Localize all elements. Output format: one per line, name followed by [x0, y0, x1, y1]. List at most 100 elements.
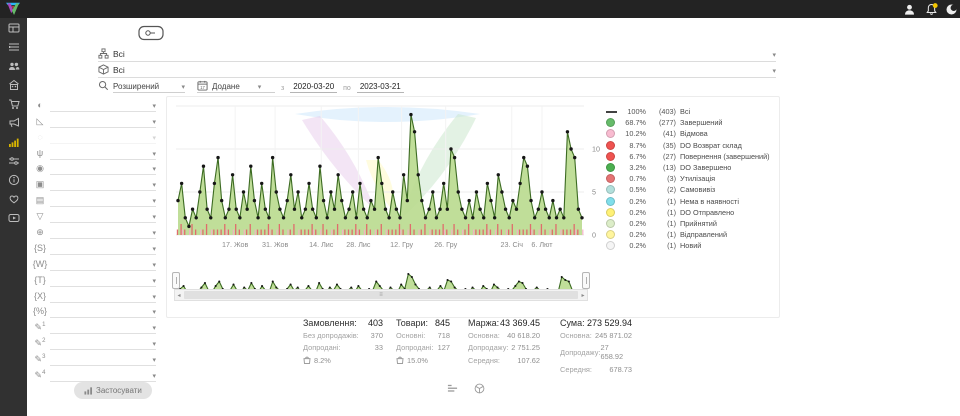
- date-to-input[interactable]: 2023-03-21: [357, 82, 404, 93]
- sidebar-item-settings[interactable]: [0, 151, 27, 170]
- sidebar-item-dashboard[interactable]: [0, 18, 27, 37]
- filter-row[interactable]: ✎1 ▾: [30, 318, 156, 334]
- product-view-toggle[interactable]: [474, 383, 485, 396]
- filter-input[interactable]: ▾: [50, 214, 156, 223]
- filter-input[interactable]: ▾: [50, 103, 156, 112]
- filter-row[interactable]: {T} ▾: [30, 271, 156, 287]
- filter-row[interactable]: ▽ ▾: [30, 207, 156, 223]
- legend-item[interactable]: 0.2% (1) DO Отправлено: [606, 207, 774, 218]
- promo-tag-icon[interactable]: [138, 25, 164, 41]
- filter-row[interactable]: ✎3 ▾: [30, 350, 156, 366]
- filter-input[interactable]: ▾: [50, 294, 156, 303]
- chart-scrollbar[interactable]: ◂ ≡ ▸: [174, 289, 588, 301]
- sidebar-item-customers[interactable]: [0, 56, 27, 75]
- date-from-input[interactable]: 2020-03-20: [290, 82, 337, 93]
- search-mode-select[interactable]: Розширений ▾: [113, 82, 185, 93]
- stat-sub-value: 107.62: [517, 356, 540, 365]
- notifications-bell-icon[interactable]: [925, 3, 938, 16]
- sidebar-item-orders[interactable]: [0, 37, 27, 56]
- filter-row[interactable]: ✎2 ▾: [30, 334, 156, 350]
- legend-item[interactable]: 6.7% (27) Повернення (завершений): [606, 151, 774, 162]
- filter-row[interactable]: ψ ▾: [30, 144, 156, 160]
- filter-row[interactable]: {X} ▾: [30, 287, 156, 303]
- filter-input[interactable]: ▾: [50, 373, 156, 382]
- filter-row[interactable]: {%} ▾: [30, 303, 156, 319]
- scroll-right-arrow[interactable]: ▸: [579, 292, 587, 299]
- sidebar-item-videos[interactable]: [0, 208, 27, 227]
- legend-label: DO Завершено: [680, 163, 774, 172]
- filter-input[interactable]: ▾: [50, 278, 156, 287]
- sidebar-item-marketing[interactable]: [0, 113, 27, 132]
- search-icon[interactable]: [98, 80, 109, 93]
- filter-row[interactable]: ◉ ▾: [30, 160, 156, 176]
- main-chart[interactable]: 17. Жов31. Жов14. Лис28. Лис12. Гру26. Г…: [176, 100, 608, 258]
- legend-item[interactable]: 0.2% (1) Новий: [606, 240, 774, 251]
- legend-item[interactable]: 3.2% (13) DO Завершено: [606, 162, 774, 173]
- sidebar-item-info[interactable]: [0, 170, 27, 189]
- date-field-select[interactable]: 17 Додане ▾: [197, 80, 275, 93]
- filter-input[interactable]: ▾: [50, 309, 156, 318]
- svg-text:31. Жов: 31. Жов: [262, 240, 289, 249]
- filter-row[interactable]: ▣ ▾: [30, 175, 156, 191]
- filter-row[interactable]: ⊕ ▾: [30, 223, 156, 239]
- filter-input[interactable]: ▾: [50, 262, 156, 271]
- filter-input[interactable]: ▾: [50, 357, 156, 366]
- legend-marker: [606, 152, 615, 161]
- chevron-down-icon[interactable]: ▾: [772, 52, 776, 61]
- sidebar-item-partners[interactable]: [0, 189, 27, 208]
- stat-sub-label: Допродажу:: [560, 348, 600, 357]
- legend-percent: 6.7%: [619, 152, 650, 161]
- legend-item[interactable]: 0.7% (3) Утилізація: [606, 173, 774, 184]
- filter-row[interactable]: ◺ ▾: [30, 112, 156, 128]
- filter-row[interactable]: {W} ▾: [30, 255, 156, 271]
- stat-title: Маржа:: [468, 318, 499, 328]
- upsell-bag-icon: [303, 356, 311, 364]
- filter-input[interactable]: ▾: [50, 325, 156, 334]
- status-filter-value[interactable]: Всі: [109, 49, 125, 61]
- filter-input[interactable]: ▾: [50, 230, 156, 239]
- brush-handle-right[interactable]: [582, 272, 590, 289]
- brush-handle-left[interactable]: [172, 272, 180, 289]
- app-logo-icon[interactable]: [4, 2, 22, 16]
- filter-row[interactable]: ▤ ▾: [30, 191, 156, 207]
- scrollbar-thumb[interactable]: ≡: [184, 291, 578, 299]
- chevron-down-icon: ▾: [152, 103, 156, 110]
- filter-row[interactable]: ◐ ▾: [30, 96, 156, 112]
- legend-item[interactable]: 0.2% (1) Нема в наявності: [606, 196, 774, 207]
- legend-count: (2): [650, 185, 680, 194]
- filter-input[interactable]: ▾: [50, 182, 156, 191]
- list-view-toggle[interactable]: [447, 383, 458, 396]
- status-filter-row[interactable]: Всі ▾: [98, 46, 776, 62]
- filter-input[interactable]: ▾: [50, 151, 156, 160]
- apply-button[interactable]: Застосувати: [74, 382, 152, 399]
- legend-item[interactable]: 8.7% (35) DO Возврат склад: [606, 140, 774, 151]
- filter-input[interactable]: ▾: [50, 341, 156, 350]
- legend-item[interactable]: 100% (403) Всі: [606, 106, 774, 117]
- theme-toggle-icon[interactable]: [945, 3, 958, 16]
- chevron-down-icon[interactable]: ▾: [772, 68, 776, 77]
- filter-input[interactable]: ▾: [50, 246, 156, 255]
- chevron-down-icon: ▾: [152, 309, 156, 316]
- legend-percent: 100%: [619, 107, 650, 116]
- chevron-down-icon: ▾: [152, 278, 156, 285]
- legend-marker: [606, 185, 615, 194]
- chevron-down-icon: ▾: [152, 135, 156, 142]
- filter-row[interactable]: {S} ▾: [30, 239, 156, 255]
- sidebar-item-store[interactable]: [0, 75, 27, 94]
- scroll-left-arrow[interactable]: ◂: [175, 292, 183, 299]
- filter-input[interactable]: ▾: [50, 135, 156, 144]
- filter-row[interactable]: ◌ ▾: [30, 128, 156, 144]
- filter-input[interactable]: ▾: [50, 119, 156, 128]
- legend-item[interactable]: 68.7% (277) Завершений: [606, 117, 774, 128]
- filter-row[interactable]: ✎4 ▾: [30, 366, 156, 382]
- legend-item[interactable]: 0.5% (2) Самовивіз: [606, 184, 774, 195]
- legend-percent: 3.2%: [619, 163, 650, 172]
- legend-item[interactable]: 10.2% (41) Відмова: [606, 128, 774, 139]
- filter-input[interactable]: ▾: [50, 198, 156, 207]
- legend-item[interactable]: 0.2% (1) Прийнятий: [606, 218, 774, 229]
- sidebar-item-cart[interactable]: [0, 94, 27, 113]
- filter-input[interactable]: ▾: [50, 166, 156, 175]
- sidebar-item-analytics[interactable]: [0, 132, 27, 151]
- profile-icon[interactable]: [903, 3, 916, 16]
- legend-item[interactable]: 0.2% (1) Відправлений: [606, 229, 774, 240]
